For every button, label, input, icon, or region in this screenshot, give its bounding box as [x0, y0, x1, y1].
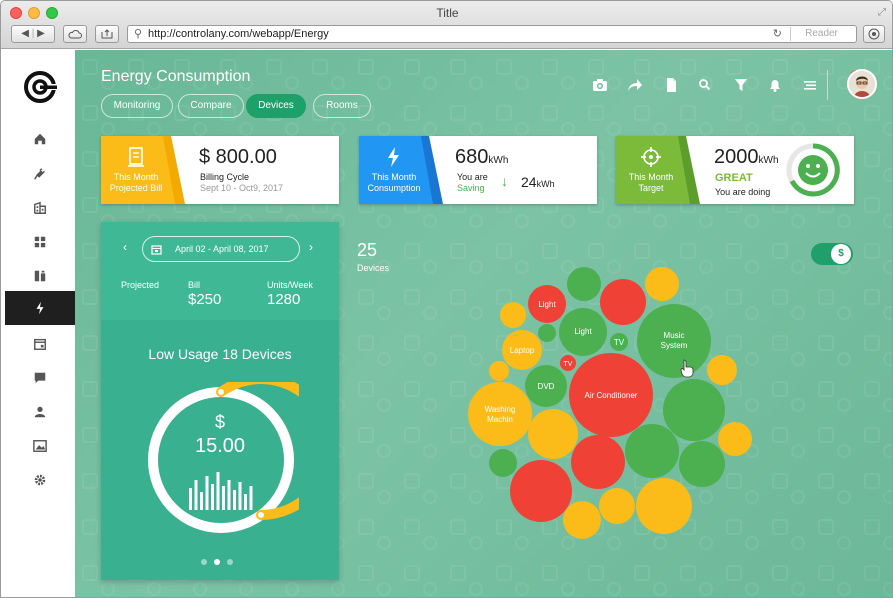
bubble[interactable]	[528, 409, 578, 459]
sidebar-item-settings[interactable]	[5, 463, 75, 497]
reload-icon[interactable]: ↻	[773, 27, 782, 40]
share-page-button[interactable]	[95, 25, 119, 43]
plug-icon	[34, 168, 45, 180]
appliances-icon	[34, 270, 46, 282]
home-icon	[34, 133, 46, 145]
chat-icon	[34, 372, 46, 384]
bubble-label: Light	[538, 300, 556, 309]
user-icon	[34, 406, 46, 418]
sidebar	[5, 50, 75, 597]
bubble-label: DVD	[538, 382, 555, 391]
cloud-icon	[68, 30, 82, 39]
back-forward-buttons[interactable]: ◀ | ▶	[11, 25, 55, 43]
bubble[interactable]	[599, 488, 635, 524]
window-title: Title	[436, 6, 459, 20]
bubble[interactable]	[679, 441, 725, 487]
bubble[interactable]	[500, 302, 526, 328]
bubble-label: Washing	[485, 405, 516, 414]
bubble[interactable]	[663, 379, 725, 441]
calendar-icon	[34, 338, 46, 350]
sidebar-item-chat[interactable]	[5, 361, 75, 395]
bubble-label: Air Conditioner	[585, 391, 638, 400]
bubbles	[468, 267, 752, 539]
bubble[interactable]	[625, 424, 679, 478]
bubble[interactable]	[600, 279, 646, 325]
reader-button[interactable]: Reader	[790, 27, 852, 41]
device-bubble-chart: Light Light Laptop TV TV Music System DV…	[468, 267, 752, 539]
main-content: Energy Consumption Monitoring Compare De…	[75, 50, 892, 597]
forward-icon[interactable]: ▶	[37, 28, 45, 39]
cloud-button[interactable]	[63, 25, 87, 43]
title-bar: Title ⤢ ◀ | ▶ ⚲ http://controlany.com/we…	[1, 1, 892, 49]
sidebar-item-grid[interactable]	[5, 225, 75, 259]
sidebar-item-image[interactable]	[5, 429, 75, 463]
settings-icon	[34, 474, 46, 486]
download-button[interactable]	[863, 25, 885, 43]
bubble[interactable]	[489, 449, 517, 477]
bubble[interactable]	[707, 355, 737, 385]
app-logo	[24, 71, 57, 103]
back-icon[interactable]: ◀	[21, 28, 29, 39]
bubble[interactable]	[645, 267, 679, 301]
fullscreen-icon[interactable]: ⤢	[878, 7, 886, 18]
bubble[interactable]	[538, 324, 556, 342]
bubble-label: TV	[564, 361, 573, 368]
grid-icon	[34, 236, 46, 248]
bubble-washing-machine[interactable]	[468, 382, 532, 446]
browser-window: Title ⤢ ◀ | ▶ ⚲ http://controlany.com/we…	[0, 0, 893, 598]
sidebar-item-bolt[interactable]	[5, 291, 75, 325]
building-icon	[34, 201, 46, 214]
bubble-label: TV	[614, 338, 625, 347]
sidebar-item-home[interactable]	[5, 122, 75, 156]
address-bar[interactable]: ⚲ http://controlany.com/webapp/Energy ↻ …	[127, 25, 857, 43]
bubble-label: System	[661, 341, 688, 350]
bubble[interactable]	[718, 422, 752, 456]
sidebar-item-building[interactable]	[5, 191, 75, 225]
bubble[interactable]	[489, 361, 509, 381]
bubble[interactable]	[636, 478, 692, 534]
url-text[interactable]: http://controlany.com/webapp/Energy	[148, 28, 329, 40]
bubble-label: Laptop	[510, 346, 535, 355]
image-icon	[33, 440, 47, 452]
bubble[interactable]	[567, 267, 601, 301]
bubble[interactable]	[510, 460, 572, 522]
bubble-label: Machin	[487, 415, 513, 424]
bubble[interactable]	[571, 435, 625, 489]
bubble-label: Light	[574, 327, 592, 336]
sidebar-item-user[interactable]	[5, 395, 75, 429]
bolt-icon	[36, 301, 44, 315]
link-icon: ⚲	[134, 28, 143, 40]
sidebar-item-plug[interactable]	[5, 157, 75, 191]
sidebar-item-appliances[interactable]	[5, 259, 75, 293]
download-icon	[868, 28, 880, 40]
bubble-label: Music	[664, 331, 685, 340]
share-box-icon	[101, 29, 113, 39]
bubble[interactable]	[563, 501, 601, 539]
sidebar-item-calendar[interactable]	[5, 327, 75, 361]
